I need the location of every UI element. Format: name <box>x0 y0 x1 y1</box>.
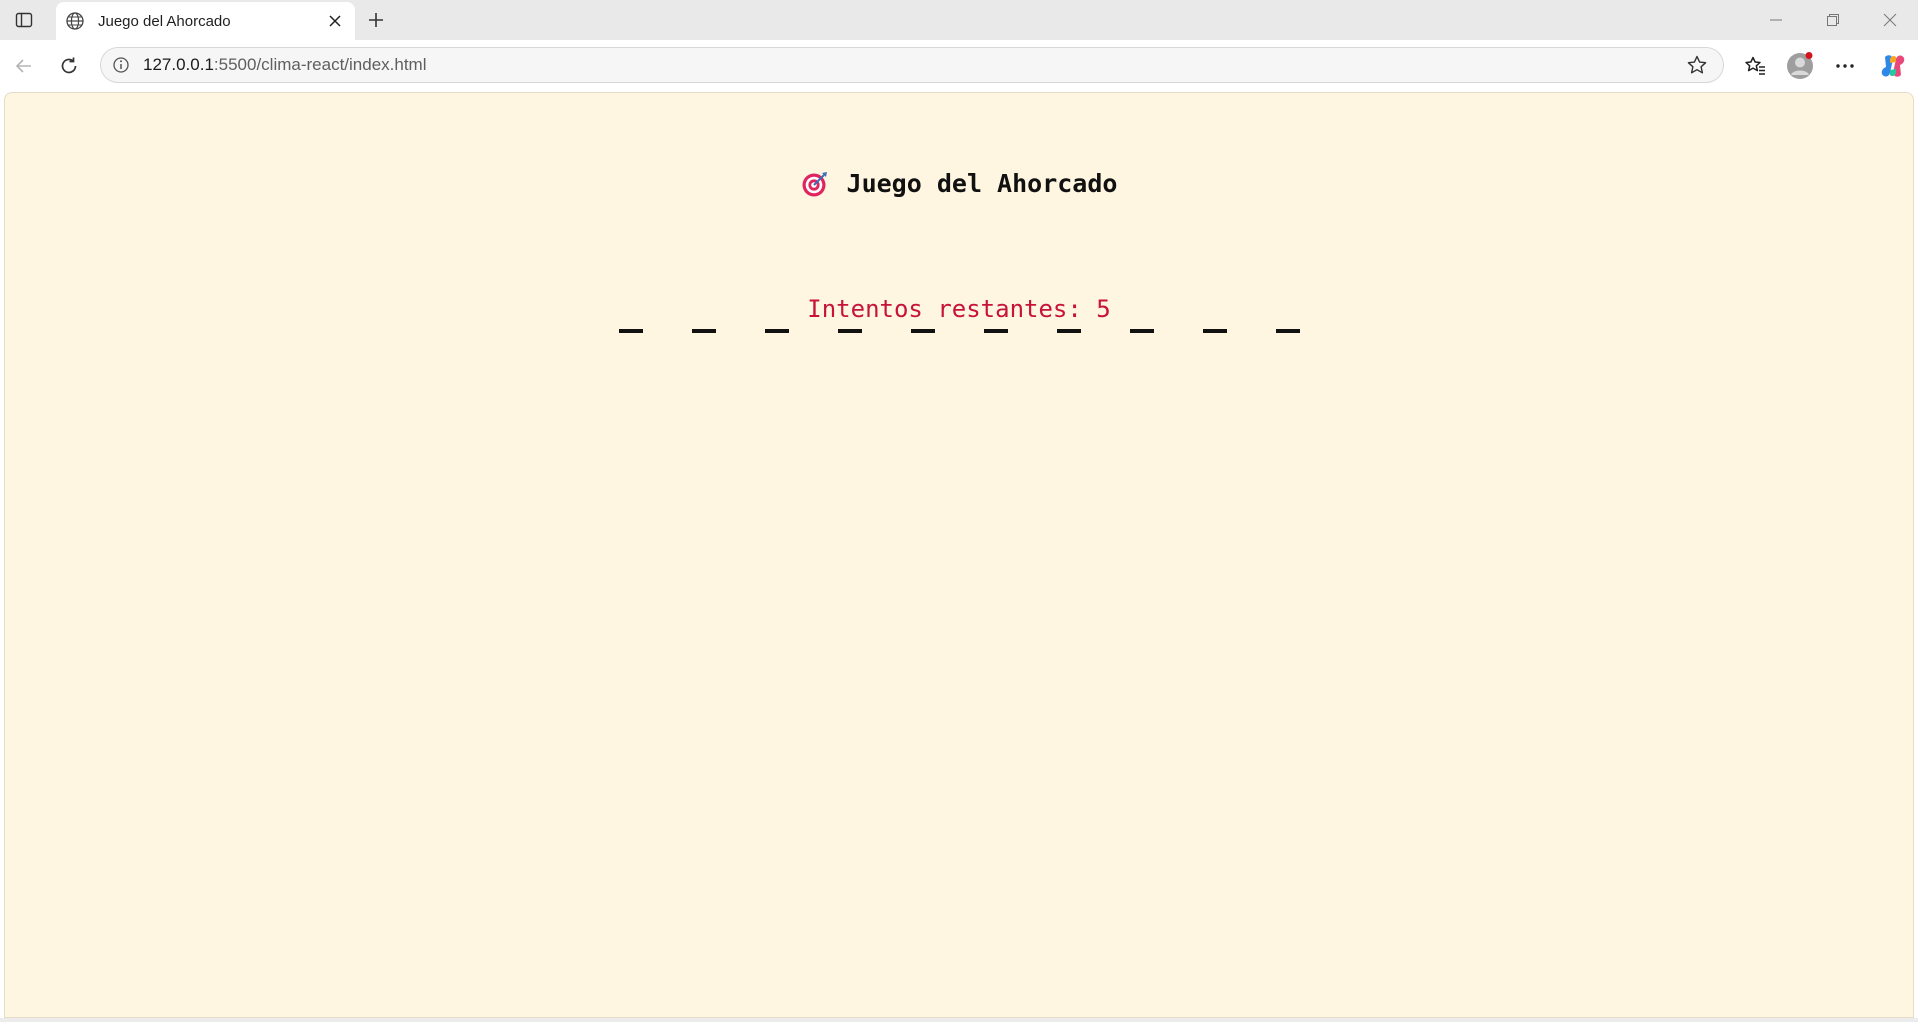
window-controls <box>1747 0 1918 40</box>
more-options-icon[interactable] <box>1827 48 1863 84</box>
profile-avatar-icon[interactable] <box>1782 48 1818 84</box>
letter-slot <box>910 329 935 333</box>
browser-toolbar: 127.0.0.1:5500/clima-react/index.html <box>0 40 1918 92</box>
word-slots <box>5 329 1913 333</box>
close-window-icon[interactable] <box>1861 0 1918 40</box>
new-tab-icon[interactable] <box>364 8 388 32</box>
url-host: 127.0.0.1 <box>143 55 214 74</box>
copilot-icon[interactable] <box>1875 48 1911 84</box>
letter-slot <box>1202 329 1227 333</box>
target-icon <box>801 170 829 198</box>
tab-strip: Juego del Ahorcado <box>0 0 1918 40</box>
page-viewport: Juego del Ahorcado Intentos restantes: 5 <box>4 92 1914 1018</box>
letter-slot <box>837 329 862 333</box>
letter-slot <box>618 329 643 333</box>
letter-slot <box>764 329 789 333</box>
letter-slot <box>691 329 716 333</box>
letter-slot <box>1275 329 1300 333</box>
close-tab-icon[interactable] <box>323 9 347 33</box>
game-title-text: Juego del Ahorcado <box>846 169 1118 198</box>
site-info-icon[interactable] <box>109 53 133 77</box>
url-text: 127.0.0.1:5500/clima-react/index.html <box>143 55 1683 75</box>
url-path: :5500/clima-react/index.html <box>213 55 427 74</box>
letter-slot <box>1129 329 1154 333</box>
globe-icon <box>64 10 86 32</box>
browser-window: Juego del Ahorcado 127.0.0.1:5500/clima-… <box>0 0 1918 1022</box>
reload-icon[interactable] <box>53 50 85 82</box>
star-icon[interactable] <box>1683 51 1711 79</box>
window-bottom-border <box>0 1018 1918 1022</box>
favorites-icon[interactable] <box>1737 48 1773 84</box>
tab-active[interactable]: Juego del Ahorcado <box>56 2 355 40</box>
minimize-icon[interactable] <box>1747 0 1804 40</box>
restore-icon[interactable] <box>1804 0 1861 40</box>
address-bar[interactable]: 127.0.0.1:5500/clima-react/index.html <box>100 47 1724 83</box>
back-icon[interactable] <box>8 50 40 82</box>
game-title: Juego del Ahorcado <box>5 169 1913 198</box>
letter-slot <box>983 329 1008 333</box>
letter-slot <box>1056 329 1081 333</box>
tab-title: Juego del Ahorcado <box>98 12 231 30</box>
sidebar-toggle-icon[interactable] <box>12 8 36 32</box>
attempts-remaining: Intentos restantes: 5 <box>807 295 1111 323</box>
